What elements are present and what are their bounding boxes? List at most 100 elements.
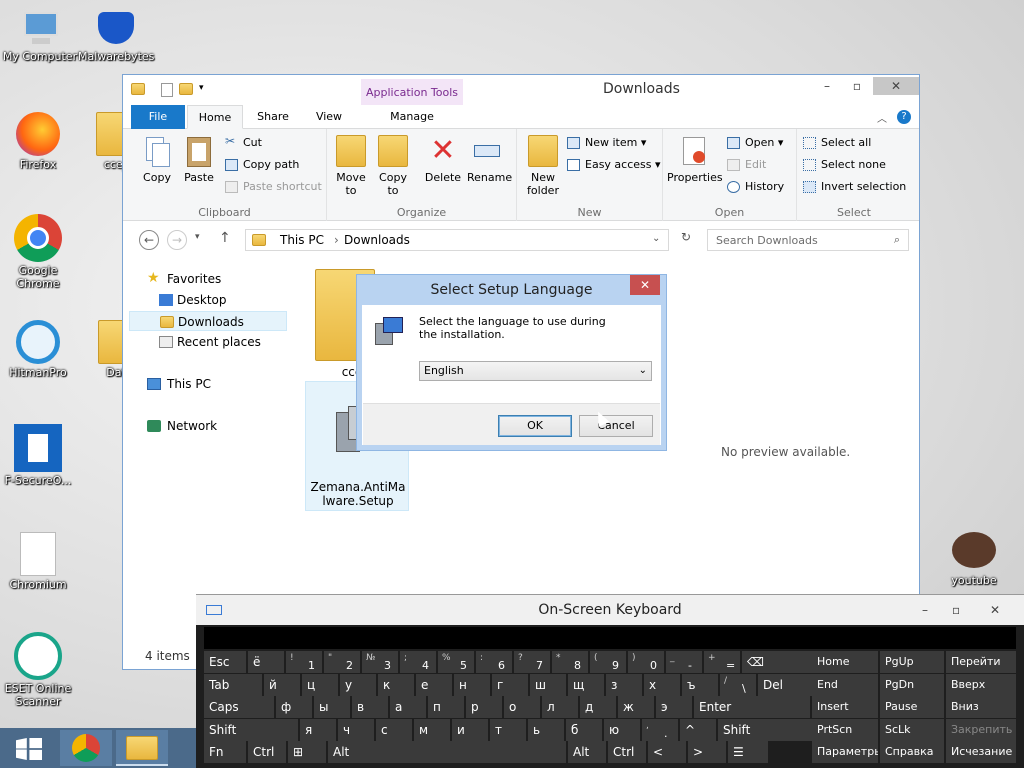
minimize-button[interactable]: –: [813, 77, 841, 95]
properties-icon[interactable]: [161, 83, 173, 97]
nav-desktop[interactable]: Desktop: [129, 290, 287, 310]
keyboard-key[interactable]: с: [376, 718, 412, 741]
tab-home[interactable]: Home: [187, 105, 243, 129]
keyboard-key[interactable]: % 5: [438, 651, 474, 673]
forward-button[interactable]: →: [167, 230, 187, 250]
desktop-icon-malwarebytes[interactable]: Malwarebytes: [78, 8, 154, 63]
paste-shortcut-button[interactable]: Paste shortcut: [225, 177, 322, 197]
keyboard-key[interactable]: ы: [314, 696, 350, 718]
search-input[interactable]: Search Downloads ⌕: [707, 229, 909, 251]
keyboard-nav-key[interactable]: Перейти: [946, 651, 1016, 673]
desktop-icon-fsecure[interactable]: F-SecureO...: [0, 424, 76, 487]
keyboard-nav-key[interactable]: Вниз: [946, 696, 1016, 718]
desktop-icon-eset[interactable]: ESET Online Scanner: [0, 632, 76, 708]
help-icon[interactable]: ?: [897, 110, 911, 124]
keyboard-key[interactable]: у: [340, 673, 376, 696]
ok-button[interactable]: OK: [498, 415, 572, 437]
nav-network[interactable]: Network: [129, 416, 287, 436]
chevron-up-icon[interactable]: ︿: [877, 110, 887, 125]
desktop-icon-firefox[interactable]: Firefox: [0, 112, 76, 171]
paste-button[interactable]: Paste: [179, 135, 219, 184]
keyboard-key[interactable]: >: [688, 741, 726, 763]
delete-button[interactable]: ✕ Delete: [423, 135, 463, 185]
keyboard-nav-key[interactable]: PgUp: [880, 651, 944, 673]
tab-file[interactable]: File: [131, 105, 185, 129]
keyboard-key[interactable]: ⊞: [288, 741, 326, 763]
keyboard-key[interactable]: :6: [476, 651, 512, 673]
desktop-icon-chromium[interactable]: Chromium: [0, 532, 76, 591]
keyboard-key[interactable]: ? 7: [514, 651, 550, 673]
keyboard-key[interactable]: г: [492, 673, 528, 696]
tab-share[interactable]: Share: [245, 105, 301, 129]
keyboard-key[interactable]: й: [264, 673, 300, 696]
keyboard-key[interactable]: <: [648, 741, 686, 763]
breadcrumb-this-pc[interactable]: This PC: [280, 233, 324, 247]
keyboard-key[interactable]: ^: [680, 718, 716, 741]
keyboard-key[interactable]: ц: [302, 673, 338, 696]
keyboard-key[interactable]: ф: [276, 696, 312, 718]
keyboard-key[interactable]: ъ: [682, 673, 718, 696]
keyboard-key[interactable]: я: [300, 718, 336, 741]
desktop-icon-my-computer[interactable]: My Computer: [2, 8, 78, 63]
select-all-button[interactable]: Select all: [803, 133, 871, 153]
keyboard-nav-key[interactable]: End: [812, 673, 878, 696]
edit-button[interactable]: Edit: [727, 155, 766, 175]
keyboard-key[interactable]: ю: [604, 718, 640, 741]
keyboard-key[interactable]: " 2: [324, 651, 360, 673]
nav-favorites[interactable]: ★ Favorites: [129, 269, 287, 289]
nav-this-pc[interactable]: This PC: [129, 374, 287, 394]
cancel-button[interactable]: Cancel: [579, 415, 653, 437]
keyboard-nav-key[interactable]: Справка: [880, 741, 944, 763]
keyboard-key[interactable]: Shift: [204, 718, 298, 741]
keyboard-key[interactable]: ,.: [642, 718, 678, 741]
up-button[interactable]: ↑: [219, 230, 231, 246]
properties-button[interactable]: Properties: [667, 135, 723, 184]
copy-button[interactable]: Copy: [137, 135, 177, 184]
keyboard-key[interactable]: ч: [338, 718, 374, 741]
nav-downloads[interactable]: Downloads: [129, 311, 287, 331]
keyboard-key[interactable]: ; 4: [400, 651, 436, 673]
keyboard-nav-key[interactable]: Home: [812, 651, 878, 673]
keyboard-key[interactable]: п: [428, 696, 464, 718]
address-input[interactable]: This PC › Downloads ⌄: [245, 229, 669, 251]
keyboard-nav-key[interactable]: Insert: [812, 696, 878, 718]
history-button[interactable]: History: [727, 177, 784, 197]
keyboard-key[interactable]: Fn: [204, 741, 246, 763]
new-folder-button[interactable]: New folder: [523, 135, 563, 197]
maximize-button[interactable]: ▫: [843, 77, 871, 95]
keyboard-key[interactable]: б: [566, 718, 602, 741]
back-button[interactable]: ←: [139, 230, 159, 250]
keyboard-nav-key[interactable]: ScLk: [880, 718, 944, 741]
desktop-icon-youtube[interactable]: youtube: [936, 528, 1012, 587]
keyboard-key[interactable]: Esc: [204, 651, 246, 673]
open-button[interactable]: Open ▾: [727, 133, 783, 153]
taskbar-item[interactable]: [172, 730, 192, 766]
keyboard-nav-key[interactable]: Исчезание: [946, 741, 1016, 763]
keyboard-key[interactable]: № 3: [362, 651, 398, 673]
desktop-icon-chrome[interactable]: Google Chrome: [0, 214, 76, 290]
keyboard-key[interactable]: ☰: [728, 741, 768, 763]
keyboard-key[interactable]: Alt: [568, 741, 606, 763]
keyboard-nav-key[interactable]: Параметры: [812, 741, 878, 763]
keyboard-nav-key[interactable]: Закрепить: [946, 718, 1016, 741]
keyboard-key[interactable]: _ -: [666, 651, 702, 673]
keyboard-key[interactable]: Caps: [204, 696, 274, 718]
keyboard-key[interactable]: х: [644, 673, 680, 696]
copy-path-button[interactable]: Copy path: [225, 155, 299, 175]
move-to-button[interactable]: Move to: [331, 135, 371, 197]
keyboard-key[interactable]: ш: [530, 673, 566, 696]
keyboard-key[interactable]: Ctrl: [608, 741, 646, 763]
keyboard-key[interactable]: л: [542, 696, 578, 718]
keyboard-key[interactable]: н: [454, 673, 490, 696]
keyboard-key[interactable]: Del: [758, 673, 812, 696]
maximize-button[interactable]: ▫: [952, 595, 960, 625]
keyboard-key[interactable]: з: [606, 673, 642, 696]
keyboard-nav-key[interactable]: PrtScn: [812, 718, 878, 741]
keyboard-key[interactable]: / \: [720, 673, 756, 696]
tab-manage[interactable]: Manage: [361, 105, 463, 129]
keyboard-key[interactable]: ! 1: [286, 651, 322, 673]
keyboard-key[interactable]: е: [416, 673, 452, 696]
keyboard-key[interactable]: Alt: [328, 741, 566, 763]
keyboard-key[interactable]: + =: [704, 651, 740, 673]
keyboard-key[interactable]: э: [656, 696, 692, 718]
